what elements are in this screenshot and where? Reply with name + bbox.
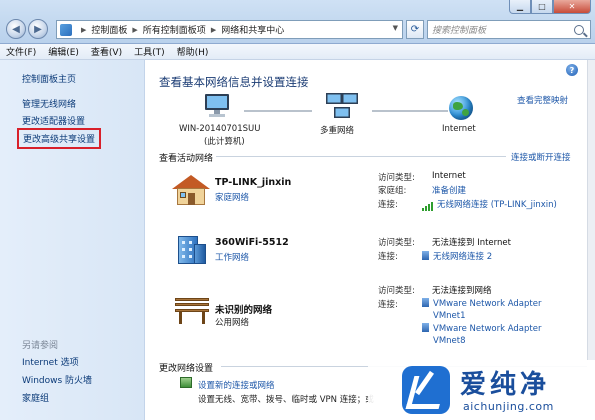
chevron-down-icon[interactable]: ▼ — [393, 24, 398, 32]
homegroup-key: 家庭组: — [378, 186, 407, 196]
multiple-networks-icon — [326, 93, 358, 118]
arrow-left-icon: ◀ — [12, 23, 20, 35]
menu-bar: 文件(F) 编辑(E) 查看(V) 工具(T) 帮助(H) — [0, 44, 595, 60]
refresh-button[interactable]: ⟳ — [406, 20, 424, 39]
network-type-label: 公用网络 — [215, 318, 250, 328]
homegroup-value-link[interactable]: 准备创建 — [432, 184, 466, 196]
view-full-map-link[interactable]: 查看完整映射 — [517, 94, 568, 106]
connection-value-link[interactable]: VMware Network Adapter — [422, 323, 541, 334]
connection-value-link[interactable]: VMware Network Adapter — [422, 298, 541, 309]
connection-value-text[interactable]: VMnet8 — [433, 336, 466, 346]
access-type-key: 访问类型: — [378, 238, 415, 248]
search-placeholder: 搜索控制面板 — [432, 26, 487, 36]
scrollbar[interactable] — [587, 60, 595, 360]
multiple-networks-label[interactable]: 多重网络 — [320, 124, 354, 136]
window-controls: ▁ □ ✕ — [509, 0, 591, 14]
connection-key: 连接: — [378, 252, 398, 262]
sidebar-item-internet-options[interactable]: Internet 选项 — [22, 355, 79, 368]
access-type-key: 访问类型: — [378, 286, 415, 296]
setup-connection-link[interactable]: 设置新的连接或网络 — [198, 379, 275, 391]
access-type-value: Internet — [432, 171, 466, 181]
search-input[interactable]: 搜索控制面板 — [427, 20, 591, 39]
connection-key: 连接: — [378, 200, 398, 210]
computer-sub-label: (此计算机) — [204, 137, 245, 147]
connection-value-text[interactable]: VMnet1 — [433, 311, 466, 321]
internet-globe-icon — [449, 96, 473, 120]
maximize-button[interactable]: □ — [531, 0, 553, 14]
address-bar[interactable]: ▶ 控制面板 ▶ 所有控制面板项 ▶ 网络和共享中心 ▼ — [56, 20, 403, 39]
menu-edit[interactable]: 编辑(E) — [48, 45, 79, 58]
back-button[interactable]: ◀ — [6, 19, 26, 39]
title-bar: ▁ □ ✕ ◀ ▶ ▶ 控制面板 ▶ 所有控制面板项 ▶ 网络和共享中心 ▼ ⟳… — [0, 0, 595, 44]
connect-disconnect-link[interactable]: 连接或断开连接 — [511, 151, 571, 163]
watermark-url: aichunjing.com — [463, 400, 554, 413]
watermark: 爱纯净 aichunjing.com — [368, 360, 595, 420]
network-name: TP-LINK_jinxin — [215, 177, 292, 188]
sidebar-item-homegroup[interactable]: 家庭组 — [22, 391, 49, 404]
computer-icon — [205, 94, 229, 117]
active-networks-title: 查看活动网络 — [159, 154, 214, 164]
public-network-bench-icon — [173, 298, 211, 324]
change-settings-title: 更改网络设置 — [159, 364, 214, 374]
refresh-icon: ⟳ — [410, 24, 420, 35]
network-adapter-icon — [422, 323, 429, 332]
menu-view[interactable]: 查看(V) — [91, 45, 122, 58]
forward-button[interactable]: ▶ — [28, 19, 48, 39]
sidebar: 控制面板主页 管理无线网络 更改适配器设置 更改高级共享设置 另请参阅 Inte… — [0, 60, 145, 420]
map-connection-line — [244, 110, 312, 112]
minimize-button[interactable]: ▁ — [509, 0, 531, 14]
search-icon[interactable] — [574, 24, 584, 35]
access-type-value: 无法连接到网络 — [432, 286, 492, 296]
wifi-signal-icon — [422, 201, 434, 211]
access-type-value: 无法连接到 Internet — [432, 238, 511, 248]
computer-name-label: WIN-20140701SUU — [179, 124, 261, 134]
chevron-right-icon: ▶ — [210, 25, 217, 34]
watermark-name: 爱纯净 — [460, 370, 551, 400]
network-adapter-icon — [422, 251, 429, 260]
connection-value-text: 无线网络连接 (TP-LINK_jinxin) — [437, 200, 557, 210]
network-adapter-icon — [422, 298, 429, 307]
sidebar-item-adapter-settings[interactable]: 更改适配器设置 — [22, 114, 85, 127]
connection-value-text: 无线网络连接 2 — [433, 252, 493, 262]
page-title: 查看基本网络信息并设置连接 — [159, 75, 309, 89]
chevron-right-icon: ▶ — [81, 25, 87, 34]
internet-label[interactable]: Internet — [442, 124, 476, 134]
arrow-right-icon: ▶ — [34, 23, 42, 35]
breadcrumb-network-center[interactable]: 网络和共享中心 — [221, 23, 284, 36]
control-panel-icon — [60, 23, 72, 36]
connection-key: 连接: — [378, 300, 398, 310]
network-name: 360WiFi-5512 — [215, 237, 289, 248]
chevron-right-icon: ▶ — [132, 25, 138, 34]
network-type-link[interactable]: 家庭网络 — [215, 191, 249, 203]
section-divider — [216, 156, 506, 157]
menu-file[interactable]: 文件(F) — [6, 45, 36, 58]
help-icon[interactable]: ? — [566, 64, 578, 76]
home-network-icon — [172, 175, 210, 205]
menu-help[interactable]: 帮助(H) — [177, 45, 209, 58]
network-name: 未识别的网络 — [215, 305, 273, 316]
connection-value-text: VMware Network Adapter — [433, 324, 542, 334]
menu-tools[interactable]: 工具(T) — [134, 45, 165, 58]
map-connection-line — [372, 110, 448, 112]
sidebar-item-manage-wireless[interactable]: 管理无线网络 — [22, 97, 76, 110]
breadcrumb-all-items[interactable]: 所有控制面板项 — [143, 23, 206, 36]
watermark-logo-icon — [402, 366, 450, 414]
connection-value-text: VMware Network Adapter — [433, 299, 542, 309]
connection-value-link[interactable]: 无线网络连接 (TP-LINK_jinxin) — [422, 198, 557, 211]
sidebar-item-home[interactable]: 控制面板主页 — [22, 72, 76, 85]
breadcrumb-control-panel[interactable]: 控制面板 — [91, 23, 127, 36]
sidebar-item-firewall[interactable]: Windows 防火墙 — [22, 373, 92, 386]
setup-connection-description: 设置无线、宽带、拨号、临时或 VPN 连接；或 — [198, 395, 374, 405]
connection-value-link[interactable]: 无线网络连接 2 — [422, 250, 492, 262]
sidebar-item-advanced-sharing[interactable]: 更改高级共享设置 — [17, 128, 102, 149]
access-type-key: 访问类型: — [378, 173, 415, 183]
see-also-header: 另请参阅 — [22, 341, 59, 351]
work-network-icon — [174, 232, 208, 264]
new-connection-icon — [180, 377, 192, 388]
network-type-link[interactable]: 工作网络 — [215, 251, 249, 263]
close-button[interactable]: ✕ — [553, 0, 591, 14]
